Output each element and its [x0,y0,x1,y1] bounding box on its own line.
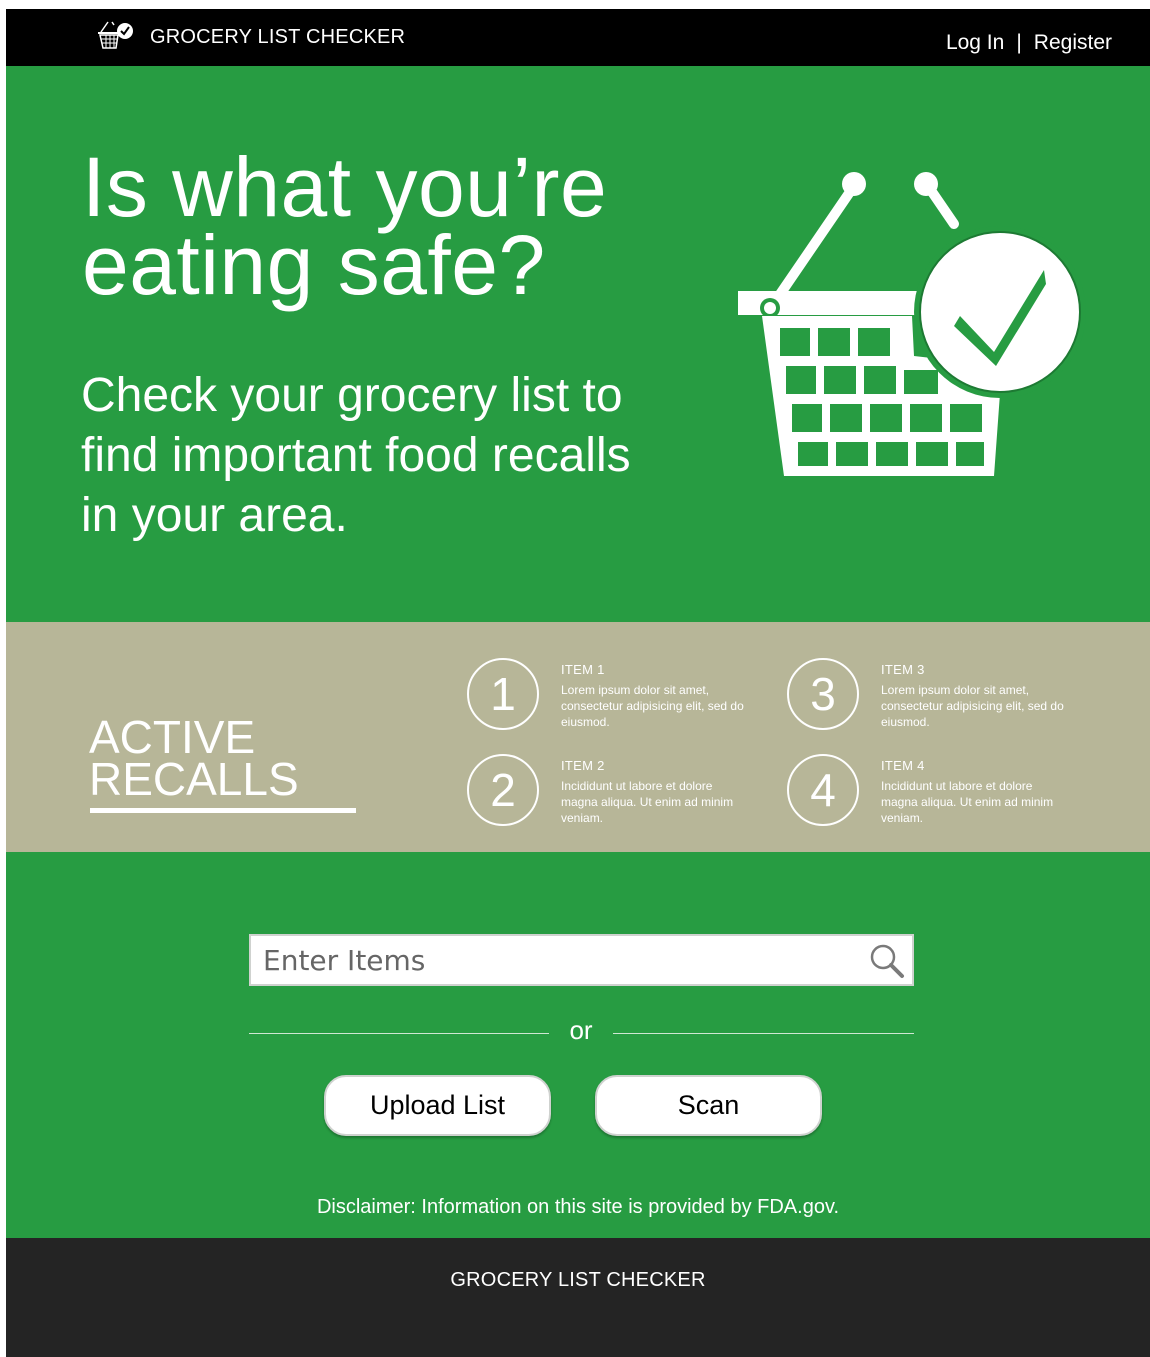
hero-section: Is what you’re eating safe? Check your g… [6,66,1150,622]
recall-item-description: Incididunt ut labore et dolore magna ali… [881,779,1054,825]
hero-headline: Is what you’re eating safe? [82,145,722,307]
recall-item-title: ITEM 1 [561,662,605,677]
top-nav-bar: GROCERY LIST CHECKER Log In | Register [6,9,1150,66]
recall-number-circle: 2 [467,754,539,826]
hero-subhead-line: Check your grocery list to [81,369,623,422]
divider-line [613,1033,914,1034]
active-recalls-section: ACTIVE RECALLS 1 ITEM 1 Lorem ipsum dolo… [6,622,1150,852]
hero-subhead-line: in your area. [81,489,348,542]
search-box [249,934,914,986]
recalls-title-line: ACTIVE [89,711,256,763]
auth-separator: | [1016,31,1022,54]
recall-item-title: ITEM 3 [881,662,925,677]
recalls-title-line: RECALLS [89,753,299,805]
footer: GROCERY LIST CHECKER [6,1238,1150,1357]
recall-item-description: Lorem ipsum dolor sit amet, consectetur … [561,683,744,729]
or-divider: or [249,1015,914,1051]
recall-item[interactable]: 4 ITEM 4 Incididunt ut labore et dolore … [787,754,1087,834]
search-input[interactable] [251,938,851,982]
brand[interactable]: GROCERY LIST CHECKER [96,20,405,54]
recall-item[interactable]: 3 ITEM 3 Lorem ipsum dolor sit amet, con… [787,658,1087,738]
login-link[interactable]: Log In [946,31,1004,55]
recall-number-circle: 1 [467,658,539,730]
hero-subhead-line: find important food recalls [81,429,631,482]
divider-line [249,1033,549,1034]
upload-list-button[interactable]: Upload List [324,1075,551,1136]
disclaimer-text: Disclaimer: Information on this site is … [316,1196,840,1218]
search-icon[interactable] [868,942,906,980]
grocery-check-section: or Upload List Scan Disclaimer: Informat… [6,852,1150,1238]
recall-item-title: ITEM 2 [561,758,605,773]
shopping-basket-check-icon [98,21,133,49]
scan-button[interactable]: Scan [595,1075,822,1136]
or-label: or [569,1015,593,1045]
hero-headline-line: eating safe? [82,218,546,312]
recall-item[interactable]: 2 ITEM 2 Incididunt ut labore et dolore … [467,754,767,834]
active-recalls-title: ACTIVE RECALLS [89,711,299,805]
recalls-title-underline [90,808,356,813]
auth-links: Log In | Register [946,31,1112,55]
recall-item-description: Lorem ipsum dolor sit amet, consectetur … [881,683,1064,729]
recall-number-circle: 4 [787,754,859,826]
brand-name: GROCERY LIST CHECKER [150,25,406,48]
recall-item-title: ITEM 4 [881,758,925,773]
recall-item-description: Incididunt ut labore et dolore magna ali… [561,779,734,825]
hero-subhead: Check your grocery list to find importan… [81,366,721,546]
recall-number-circle: 3 [787,658,859,730]
page: GROCERY LIST CHECKER Log In | Register I… [6,9,1150,1357]
basket-checkmark-icon [738,172,1086,476]
footer-brand-name: GROCERY LIST CHECKER [450,1269,706,1291]
recall-item[interactable]: 1 ITEM 1 Lorem ipsum dolor sit amet, con… [467,658,767,738]
register-link[interactable]: Register [1034,31,1112,55]
